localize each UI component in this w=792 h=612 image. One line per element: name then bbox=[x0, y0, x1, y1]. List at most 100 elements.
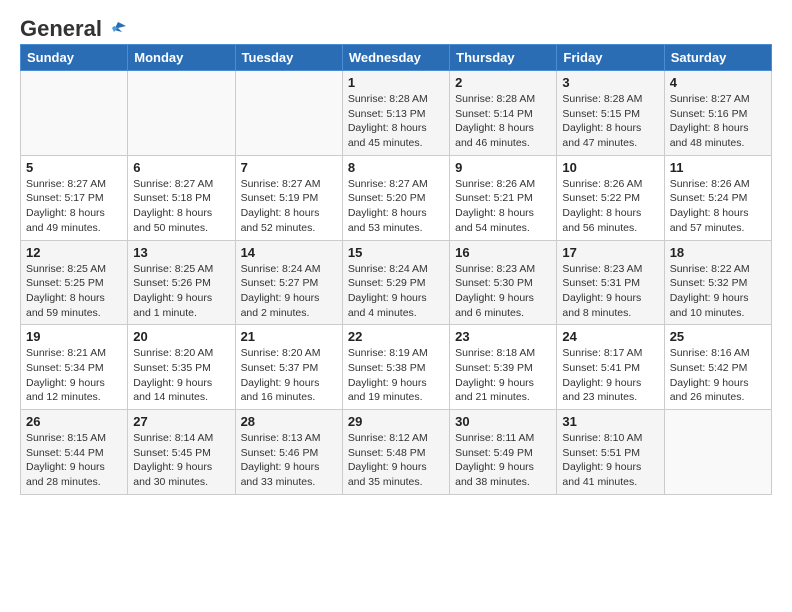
day-cell-24: 24 Sunrise: 8:17 AM Sunset: 5:41 PM Dayli… bbox=[557, 325, 664, 410]
week-row-4: 19 Sunrise: 8:21 AM Sunset: 5:34 PM Dayli… bbox=[21, 325, 772, 410]
day-cell-1: 1 Sunrise: 8:28 AM Sunset: 5:13 PM Daylig… bbox=[342, 71, 449, 156]
empty-cell bbox=[664, 410, 771, 495]
day-number: 24 bbox=[562, 329, 658, 344]
day-cell-16: 16Sunrise: 8:23 AM Sunset: 5:30 PM Dayli… bbox=[450, 240, 557, 325]
day-number: 29 bbox=[348, 414, 444, 429]
empty-cell bbox=[21, 71, 128, 156]
day-info: Sunrise: 8:23 AM Sunset: 5:31 PM Dayligh… bbox=[562, 262, 658, 321]
day-number: 1 bbox=[348, 75, 444, 90]
day-cell-15: 15 Sunrise: 8:24 AM Sunset: 5:29 PM Dayli… bbox=[342, 240, 449, 325]
page-header: General bbox=[0, 0, 792, 44]
day-number: 7 bbox=[241, 160, 337, 175]
day-cell-21: 21 Sunrise: 8:20 AM Sunset: 5:37 PM Dayli… bbox=[235, 325, 342, 410]
weekday-thursday: Thursday bbox=[450, 45, 557, 71]
day-info: Sunrise: 8:26 AM Sunset: 5:22 PM Dayligh… bbox=[562, 177, 658, 236]
day-number: 10 bbox=[562, 160, 658, 175]
day-number: 15 bbox=[348, 245, 444, 260]
day-cell-20: 20Sunrise: 8:20 AM Sunset: 5:35 PM Dayli… bbox=[128, 325, 235, 410]
logo: General bbox=[20, 16, 126, 36]
day-cell-12: 12 Sunrise: 8:25 AM Sunset: 5:25 PM Dayli… bbox=[21, 240, 128, 325]
day-cell-30: 30Sunrise: 8:11 AM Sunset: 5:49 PM Dayli… bbox=[450, 410, 557, 495]
day-number: 2 bbox=[455, 75, 551, 90]
weekday-sunday: Sunday bbox=[21, 45, 128, 71]
day-info: Sunrise: 8:28 AM Sunset: 5:15 PM Dayligh… bbox=[562, 92, 658, 151]
day-number: 26 bbox=[26, 414, 122, 429]
day-cell-31: 31Sunrise: 8:10 AM Sunset: 5:51 PM Dayli… bbox=[557, 410, 664, 495]
weekday-wednesday: Wednesday bbox=[342, 45, 449, 71]
day-cell-8: 8 Sunrise: 8:27 AM Sunset: 5:20 PM Daylig… bbox=[342, 155, 449, 240]
day-info: Sunrise: 8:20 AM Sunset: 5:37 PM Dayligh… bbox=[241, 346, 337, 405]
day-cell-22: 22 Sunrise: 8:19 AM Sunset: 5:38 PM Dayli… bbox=[342, 325, 449, 410]
day-number: 22 bbox=[348, 329, 444, 344]
day-info: Sunrise: 8:27 AM Sunset: 5:20 PM Dayligh… bbox=[348, 177, 444, 236]
day-cell-4: 4 Sunrise: 8:27 AM Sunset: 5:16 PM Daylig… bbox=[664, 71, 771, 156]
day-cell-29: 29 Sunrise: 8:12 AM Sunset: 5:48 PM Dayli… bbox=[342, 410, 449, 495]
day-info: Sunrise: 8:23 AM Sunset: 5:30 PM Dayligh… bbox=[455, 262, 551, 321]
week-row-2: 5 Sunrise: 8:27 AM Sunset: 5:17 PM Daylig… bbox=[21, 155, 772, 240]
day-number: 13 bbox=[133, 245, 229, 260]
day-cell-3: 3 Sunrise: 8:28 AM Sunset: 5:15 PM Daylig… bbox=[557, 71, 664, 156]
day-info: Sunrise: 8:15 AM Sunset: 5:44 PM Dayligh… bbox=[26, 431, 122, 490]
day-number: 21 bbox=[241, 329, 337, 344]
week-row-5: 26 Sunrise: 8:15 AM Sunset: 5:44 PM Dayli… bbox=[21, 410, 772, 495]
day-number: 20 bbox=[133, 329, 229, 344]
day-cell-28: 28Sunrise: 8:13 AM Sunset: 5:46 PM Dayli… bbox=[235, 410, 342, 495]
day-info: Sunrise: 8:24 AM Sunset: 5:29 PM Dayligh… bbox=[348, 262, 444, 321]
empty-cell bbox=[128, 71, 235, 156]
day-cell-19: 19 Sunrise: 8:21 AM Sunset: 5:34 PM Dayli… bbox=[21, 325, 128, 410]
weekday-saturday: Saturday bbox=[664, 45, 771, 71]
calendar-table: SundayMondayTuesdayWednesdayThursdayFrid… bbox=[20, 44, 772, 495]
week-row-1: 1 Sunrise: 8:28 AM Sunset: 5:13 PM Daylig… bbox=[21, 71, 772, 156]
day-number: 8 bbox=[348, 160, 444, 175]
day-number: 6 bbox=[133, 160, 229, 175]
day-number: 31 bbox=[562, 414, 658, 429]
day-number: 5 bbox=[26, 160, 122, 175]
day-number: 23 bbox=[455, 329, 551, 344]
day-cell-6: 6Sunrise: 8:27 AM Sunset: 5:18 PM Daylig… bbox=[128, 155, 235, 240]
day-info: Sunrise: 8:21 AM Sunset: 5:34 PM Dayligh… bbox=[26, 346, 122, 405]
day-number: 9 bbox=[455, 160, 551, 175]
day-cell-18: 18 Sunrise: 8:22 AM Sunset: 5:32 PM Dayli… bbox=[664, 240, 771, 325]
day-info: Sunrise: 8:24 AM Sunset: 5:27 PM Dayligh… bbox=[241, 262, 337, 321]
day-cell-10: 10 Sunrise: 8:26 AM Sunset: 5:22 PM Dayli… bbox=[557, 155, 664, 240]
day-cell-27: 27Sunrise: 8:14 AM Sunset: 5:45 PM Dayli… bbox=[128, 410, 235, 495]
day-number: 4 bbox=[670, 75, 766, 90]
day-info: Sunrise: 8:27 AM Sunset: 5:19 PM Dayligh… bbox=[241, 177, 337, 236]
day-cell-2: 2 Sunrise: 8:28 AM Sunset: 5:14 PM Daylig… bbox=[450, 71, 557, 156]
day-number: 14 bbox=[241, 245, 337, 260]
day-number: 25 bbox=[670, 329, 766, 344]
day-number: 28 bbox=[241, 414, 337, 429]
logo-general: General bbox=[20, 16, 102, 42]
day-info: Sunrise: 8:12 AM Sunset: 5:48 PM Dayligh… bbox=[348, 431, 444, 490]
day-number: 12 bbox=[26, 245, 122, 260]
day-cell-5: 5 Sunrise: 8:27 AM Sunset: 5:17 PM Daylig… bbox=[21, 155, 128, 240]
day-cell-26: 26 Sunrise: 8:15 AM Sunset: 5:44 PM Dayli… bbox=[21, 410, 128, 495]
calendar-body: 1 Sunrise: 8:28 AM Sunset: 5:13 PM Daylig… bbox=[21, 71, 772, 495]
day-number: 17 bbox=[562, 245, 658, 260]
day-info: Sunrise: 8:27 AM Sunset: 5:17 PM Dayligh… bbox=[26, 177, 122, 236]
day-info: Sunrise: 8:26 AM Sunset: 5:24 PM Dayligh… bbox=[670, 177, 766, 236]
day-cell-23: 23 Sunrise: 8:18 AM Sunset: 5:39 PM Dayli… bbox=[450, 325, 557, 410]
day-info: Sunrise: 8:17 AM Sunset: 5:41 PM Dayligh… bbox=[562, 346, 658, 405]
day-info: Sunrise: 8:19 AM Sunset: 5:38 PM Dayligh… bbox=[348, 346, 444, 405]
day-info: Sunrise: 8:18 AM Sunset: 5:39 PM Dayligh… bbox=[455, 346, 551, 405]
weekday-monday: Monday bbox=[128, 45, 235, 71]
day-number: 18 bbox=[670, 245, 766, 260]
day-number: 30 bbox=[455, 414, 551, 429]
day-cell-13: 13Sunrise: 8:25 AM Sunset: 5:26 PM Dayli… bbox=[128, 240, 235, 325]
day-info: Sunrise: 8:27 AM Sunset: 5:16 PM Dayligh… bbox=[670, 92, 766, 151]
day-cell-25: 25Sunrise: 8:16 AM Sunset: 5:42 PM Dayli… bbox=[664, 325, 771, 410]
day-cell-17: 17 Sunrise: 8:23 AM Sunset: 5:31 PM Dayli… bbox=[557, 240, 664, 325]
day-number: 3 bbox=[562, 75, 658, 90]
day-info: Sunrise: 8:25 AM Sunset: 5:25 PM Dayligh… bbox=[26, 262, 122, 321]
day-cell-9: 9Sunrise: 8:26 AM Sunset: 5:21 PM Daylig… bbox=[450, 155, 557, 240]
day-cell-11: 11 Sunrise: 8:26 AM Sunset: 5:24 PM Dayli… bbox=[664, 155, 771, 240]
day-cell-7: 7 Sunrise: 8:27 AM Sunset: 5:19 PM Daylig… bbox=[235, 155, 342, 240]
day-info: Sunrise: 8:28 AM Sunset: 5:14 PM Dayligh… bbox=[455, 92, 551, 151]
day-info: Sunrise: 8:28 AM Sunset: 5:13 PM Dayligh… bbox=[348, 92, 444, 151]
weekday-header-row: SundayMondayTuesdayWednesdayThursdayFrid… bbox=[21, 45, 772, 71]
day-number: 11 bbox=[670, 160, 766, 175]
day-info: Sunrise: 8:22 AM Sunset: 5:32 PM Dayligh… bbox=[670, 262, 766, 321]
day-number: 19 bbox=[26, 329, 122, 344]
week-row-3: 12 Sunrise: 8:25 AM Sunset: 5:25 PM Dayli… bbox=[21, 240, 772, 325]
